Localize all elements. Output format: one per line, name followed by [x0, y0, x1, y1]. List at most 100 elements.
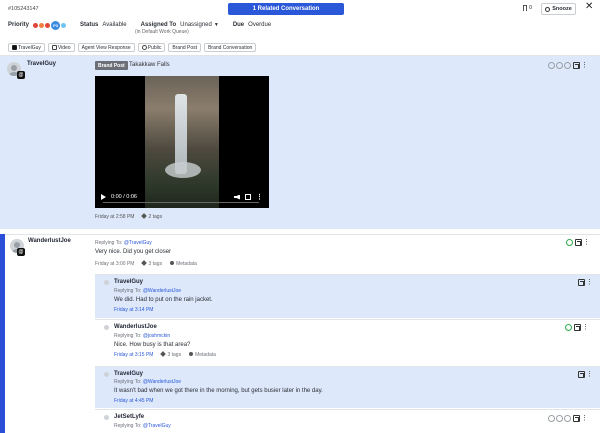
reply-to-handle[interactable]: @TravelGuy [124, 240, 152, 246]
brand-post-badge: Brand Post [95, 61, 128, 70]
reply-prefix: Replying To: [95, 240, 123, 246]
sentiment-positive-icon[interactable] [565, 324, 572, 331]
tag-icon [141, 260, 148, 266]
message-author[interactable]: WanderlustJoe [28, 238, 71, 244]
related-conversation-button[interactable]: 1 Related Conversation [228, 3, 344, 15]
tag-label: Public [147, 44, 162, 51]
message-actions: ⋮ [548, 415, 588, 422]
post-timestamp: Friday at 2:58 PM [95, 214, 135, 220]
reply-to-handle[interactable]: @TravelGuy [143, 423, 171, 429]
more-options-icon[interactable]: ⋮ [582, 324, 589, 331]
message-author[interactable]: TravelGuy [114, 371, 143, 377]
priority-dot-selected: P3 [51, 20, 61, 30]
tag-icon [160, 351, 167, 357]
priority-dot [39, 22, 45, 28]
video-more-icon[interactable]: ⋮ [256, 193, 263, 201]
reply-to-handle[interactable]: @WanderlustJoe [143, 288, 181, 294]
message-metadata[interactable]: Metadata [170, 261, 197, 267]
metadata-icon [170, 261, 175, 265]
video-progress-bar[interactable] [103, 202, 259, 203]
assigned-value[interactable]: Unassigned [180, 22, 212, 28]
sentiment-positive-icon[interactable] [566, 239, 573, 246]
play-icon[interactable] [101, 194, 106, 200]
message-author[interactable]: WanderlustJoe [114, 324, 157, 330]
metadata-label: Metadata [195, 352, 216, 358]
reply-card: TravelGuy Replying To: @WanderlustJoe It… [95, 366, 600, 408]
sentiment-positive-icon[interactable] [548, 62, 555, 69]
snooze-button[interactable]: Snooze [541, 3, 576, 15]
message-actions: ⋮ [566, 239, 590, 246]
message-tags[interactable]: 3 tags [141, 260, 163, 267]
open-external-icon[interactable] [578, 279, 585, 286]
bookmark-button[interactable]: 0 [523, 5, 532, 11]
sentiment-negative-icon[interactable] [564, 62, 571, 69]
case-id: #105243147 [8, 6, 39, 12]
sentiment-neutral-icon[interactable] [556, 415, 563, 422]
tag-icon [141, 213, 148, 219]
due-label: Due [232, 22, 245, 28]
more-options-icon[interactable]: ⋮ [586, 371, 593, 378]
open-external-icon[interactable] [573, 62, 580, 69]
message-footer: Friday at 4:45 PM [114, 398, 153, 404]
open-external-icon[interactable] [573, 415, 580, 422]
reply-to-handle[interactable]: @joshmckin [143, 333, 170, 339]
message-actions: ⋮ [577, 371, 593, 378]
message-actions: ⋮ [565, 324, 589, 331]
message-author[interactable]: JetSetLyfe [114, 414, 144, 420]
fullscreen-icon[interactable] [245, 194, 251, 200]
reply-to-line: Replying To: @joshmckin [114, 333, 170, 339]
sentiment-negative-icon[interactable] [564, 415, 571, 422]
tag-count: 3 tags [148, 261, 163, 267]
reply-to-line: Replying To: @WanderlustJoe [114, 288, 181, 294]
message-author[interactable]: TravelGuy [114, 279, 143, 285]
tag-pill[interactable]: TravelGuy [8, 43, 45, 52]
reply-to-handle[interactable]: @WanderlustJoe [143, 379, 181, 385]
more-options-icon[interactable]: ⋮ [581, 62, 588, 69]
message-footer: Friday at 3:15 PM 3 tags Metadata [114, 351, 216, 358]
more-options-icon[interactable]: ⋮ [581, 415, 588, 422]
priority-selector[interactable]: P3 [33, 20, 67, 30]
brand-post-card: @ TravelGuy Brand Post Takakkaw Falls ⋮ … [0, 56, 600, 229]
video-player[interactable]: 0:00 / 0:06 ⋮ [95, 76, 269, 208]
chevron-down-icon[interactable]: ▼ [214, 22, 219, 28]
open-external-icon[interactable] [574, 324, 581, 331]
tag-pill[interactable]: Video [47, 43, 75, 52]
open-external-icon[interactable] [575, 239, 582, 246]
sentiment-neutral-icon[interactable] [556, 62, 563, 69]
tag-pill[interactable]: Brand Conversation [204, 43, 257, 52]
priority-dot [45, 22, 51, 28]
sentiment-positive-icon[interactable] [548, 415, 555, 422]
tag-label: Brand Conversation [208, 44, 253, 51]
status-value[interactable]: Available [102, 22, 126, 28]
more-options-icon[interactable]: ⋮ [583, 239, 590, 246]
avatar [104, 325, 109, 330]
message-tags[interactable]: 3 tags [160, 351, 181, 358]
snooze-label: Snooze [552, 6, 572, 12]
more-options-icon[interactable]: ⋮ [586, 279, 593, 286]
tag-pill[interactable]: Brand Post [168, 43, 202, 52]
message-actions: ⋮ [577, 279, 593, 286]
volume-icon[interactable] [234, 194, 240, 200]
thread-selection-bar [0, 234, 5, 433]
close-icon[interactable]: ✕ [585, 1, 593, 12]
avatar [104, 415, 109, 420]
tag-label: Video [57, 44, 71, 51]
reply-card: TravelGuy Replying To: @WanderlustJoe We… [95, 274, 600, 318]
reply-card: JetSetLyfe Replying To: @TravelGuy ⋮ [95, 409, 600, 433]
video-controls: 0:00 / 0:06 ⋮ [95, 186, 269, 208]
avatar [104, 280, 109, 285]
post-title: Takakkaw Falls [129, 62, 170, 68]
threads-icon: @ [17, 248, 25, 256]
open-external-icon[interactable] [578, 371, 585, 378]
tag-pill[interactable]: Agent View Response [77, 43, 135, 52]
post-tags[interactable]: 2 tags [141, 213, 162, 220]
message-metadata[interactable]: Metadata [189, 352, 216, 358]
tag-pill[interactable]: Public [137, 43, 166, 52]
tag-label: Agent View Response [81, 44, 131, 51]
metadata-icon [189, 352, 194, 356]
post-author[interactable]: TravelGuy [27, 61, 56, 67]
due-value: Overdue [248, 22, 272, 28]
reply-to-line: Replying To: @TravelGuy [95, 240, 152, 246]
message-timestamp: Friday at 3:00 PM [95, 261, 135, 267]
message-timestamp: Friday at 3:14 PM [114, 307, 154, 313]
